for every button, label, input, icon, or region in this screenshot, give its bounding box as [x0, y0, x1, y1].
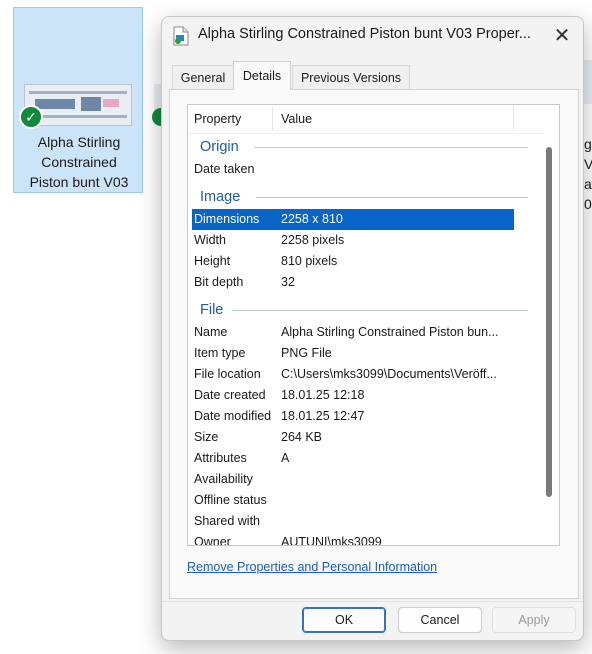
property-value: 2258 pixels — [281, 233, 345, 247]
vertical-scrollbar-thumb[interactable] — [546, 147, 552, 497]
tab-details[interactable]: Details — [233, 61, 291, 90]
property-name: Date taken — [194, 162, 255, 176]
property-row-width[interactable]: Width 2258 pixels — [192, 230, 514, 251]
property-value: 32 — [281, 275, 295, 289]
tab-general[interactable]: General — [172, 65, 234, 89]
group-divider — [256, 197, 528, 198]
property-name: Offline status — [194, 493, 267, 507]
property-row-item-type[interactable]: Item type PNG File — [192, 343, 514, 364]
close-icon: ✕ — [553, 25, 571, 47]
property-name: Availability — [194, 472, 253, 486]
property-row-file-location[interactable]: File location C:\Users\mks3099\Documents… — [192, 364, 514, 385]
property-name: Item type — [194, 346, 246, 360]
property-value: Alpha Stirling Constrained Piston bun... — [281, 325, 499, 339]
property-name: Date created — [194, 388, 266, 402]
property-row-height[interactable]: Height 810 pixels — [192, 251, 514, 272]
property-name: Width — [194, 233, 226, 247]
property-row-shared-with[interactable]: Shared with — [192, 511, 514, 532]
remove-properties-link[interactable]: Remove Properties and Personal Informati… — [187, 560, 437, 574]
property-value: 810 pixels — [281, 254, 338, 268]
group-divider — [254, 147, 528, 148]
property-row-date-taken[interactable]: Date taken — [192, 159, 514, 180]
property-name: Shared with — [194, 514, 261, 528]
property-row-date-created[interactable]: Date created 18.01.25 12:18 — [192, 385, 514, 406]
property-name: Attributes — [194, 451, 247, 465]
property-value: PNG File — [281, 346, 332, 360]
property-value: 18.01.25 12:47 — [281, 409, 365, 423]
property-name: Date modified — [194, 409, 272, 423]
group-label: File — [200, 302, 224, 318]
dialog-titlebar[interactable]: Alpha Stirling Constrained Piston bunt V… — [162, 17, 583, 55]
list-header: Property Value — [188, 105, 544, 134]
close-button[interactable]: ✕ — [547, 21, 577, 51]
next-file-name-label[interactable]: g V0 av 0 — [584, 134, 592, 214]
group-header-image: Image — [188, 187, 544, 207]
tab-previous-versions[interactable]: Previous Versions — [292, 65, 410, 89]
property-row-availability[interactable]: Availability — [192, 469, 514, 490]
property-row-dimensions[interactable]: Dimensions 2258 x 810 — [192, 209, 514, 230]
property-row-owner[interactable]: Owner AUTUNI\mks3099 — [192, 532, 514, 546]
column-divider[interactable] — [513, 107, 514, 131]
column-header-value[interactable]: Value — [281, 105, 312, 133]
file-item-selected[interactable]: ✓ Alpha Stirling Constrained Piston bunt… — [13, 7, 143, 193]
property-row-bit-depth[interactable]: Bit depth 32 — [192, 272, 514, 293]
property-value: A — [281, 451, 290, 465]
properties-list[interactable]: Property Value Origin Date taken Image D… — [187, 104, 560, 546]
property-row-attributes[interactable]: Attributes A — [192, 448, 514, 469]
property-name: Size — [194, 430, 219, 444]
column-divider[interactable] — [272, 107, 273, 131]
property-value: 264 KB — [281, 430, 323, 444]
property-name: Bit depth — [194, 275, 244, 289]
ok-button[interactable]: OK — [302, 607, 386, 633]
property-value: 18.01.25 12:18 — [281, 388, 365, 402]
property-row-offline-status[interactable]: Offline status — [192, 490, 514, 511]
property-name: Dimensions — [194, 212, 260, 226]
properties-dialog: Alpha Stirling Constrained Piston bunt V… — [161, 16, 584, 641]
group-header-origin: Origin — [188, 137, 544, 157]
footer-divider — [162, 601, 583, 602]
sync-status-checkmark-icon: ✓ — [19, 105, 43, 129]
group-header-file: File — [188, 300, 544, 320]
property-name: Height — [194, 254, 231, 268]
property-row-date-modified[interactable]: Date modified 18.01.25 12:47 — [192, 406, 514, 427]
property-row-size[interactable]: Size 264 KB — [192, 427, 514, 448]
group-label: Image — [200, 189, 241, 205]
group-divider — [232, 310, 528, 311]
dialog-title: Alpha Stirling Constrained Piston bunt V… — [198, 26, 531, 42]
apply-button[interactable]: Apply — [492, 607, 576, 633]
property-name: Name — [194, 325, 228, 339]
property-value: 2258 x 810 — [281, 212, 343, 226]
property-value: AUTUNI\mks3099 — [281, 535, 382, 546]
file-properties-icon — [173, 26, 189, 46]
property-name: Owner — [194, 535, 231, 546]
group-label: Origin — [200, 139, 239, 155]
property-row-name[interactable]: Name Alpha Stirling Constrained Piston b… — [192, 322, 514, 343]
cancel-button[interactable]: Cancel — [398, 607, 482, 633]
property-value: C:\Users\mks3099\Documents\Veröff... — [281, 367, 497, 381]
property-name: File location — [194, 367, 261, 381]
details-panel: Property Value Origin Date taken Image D… — [169, 89, 579, 599]
column-header-property[interactable]: Property — [194, 105, 241, 133]
file-name-label: Alpha Stirling Constrained Piston bunt V… — [29, 134, 129, 190]
